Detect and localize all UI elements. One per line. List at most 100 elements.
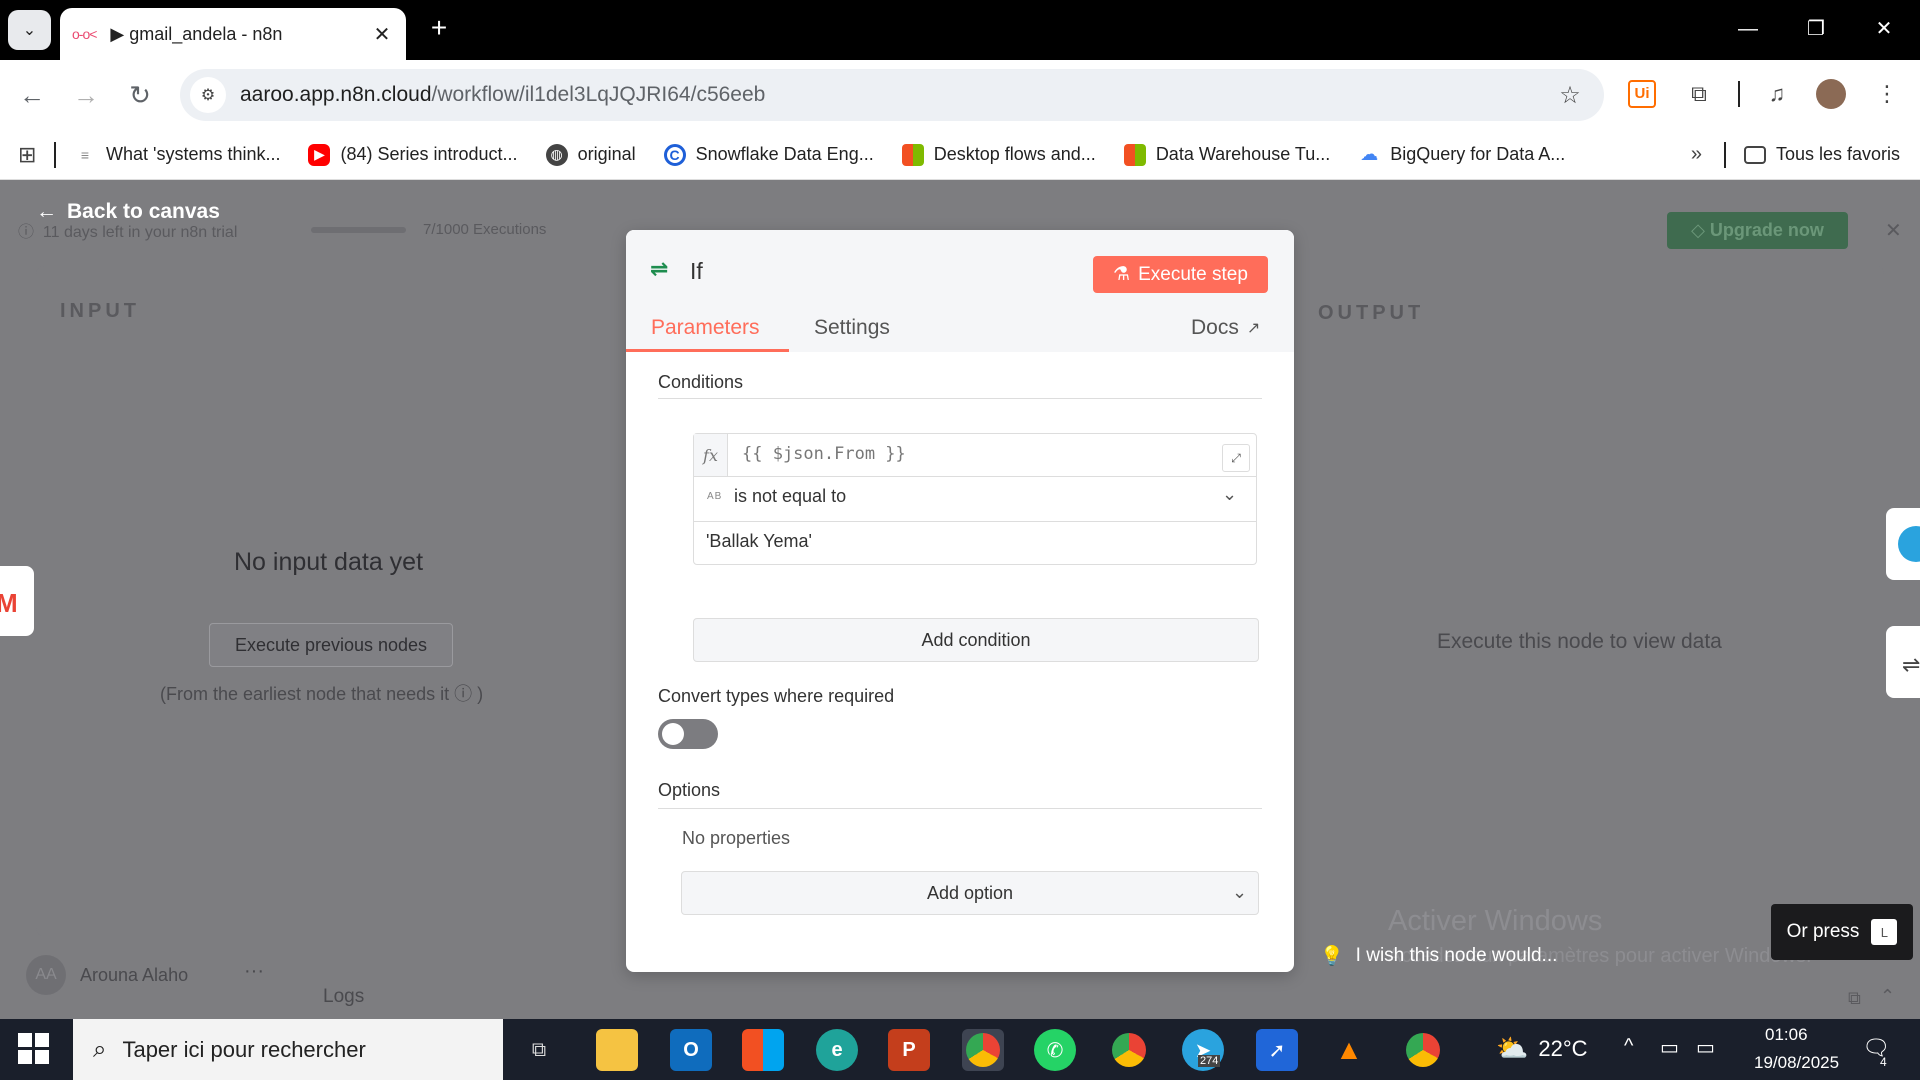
site-settings-icon[interactable]: ⚙ — [190, 77, 226, 113]
condition-card: fx {{ $json.From }} ⤢ AB is not equal to… — [693, 433, 1257, 565]
tab-docs[interactable]: Docs ↗ — [1191, 316, 1260, 340]
all-bookmarks-folder[interactable]: Tous les favoris — [1743, 144, 1900, 165]
clock-time[interactable]: 01:06 — [1765, 1025, 1808, 1045]
chevron-down-icon[interactable]: ⌄ — [1222, 484, 1237, 505]
gmail-side-tab[interactable]: M — [0, 566, 34, 636]
executions-progress-bar — [311, 227, 406, 233]
bookmark-item[interactable]: ▶ (84) Series introduct... — [308, 143, 518, 166]
microsoft-store-icon[interactable] — [742, 1029, 784, 1071]
browser-tab-active[interactable]: o-o< ▶ gmail_andela - n8n ✕ — [60, 8, 406, 60]
restore-icon[interactable]: ❐ — [1796, 14, 1836, 44]
bookmark-item[interactable]: ≡ What 'systems think... — [74, 144, 281, 166]
bookmark-star-icon[interactable]: ☆ — [1550, 81, 1590, 110]
execute-previous-nodes-button[interactable]: Execute previous nodes — [209, 623, 453, 667]
tab-parameters[interactable]: Parameters — [651, 316, 760, 340]
tab-settings[interactable]: Settings — [814, 316, 890, 340]
more-bookmarks-icon[interactable]: » — [1691, 143, 1702, 166]
telegram-badge: 274 — [1198, 1055, 1221, 1067]
file-explorer-icon[interactable] — [596, 1029, 638, 1071]
condition-left-value[interactable]: {{ $json.From }} — [742, 444, 906, 464]
close-trial-banner-icon[interactable]: ✕ — [1885, 218, 1902, 243]
arrow-left-icon: ← — [36, 200, 57, 223]
new-tab-button[interactable]: + — [424, 14, 454, 44]
vlc-icon[interactable]: ▲ — [1328, 1029, 1370, 1071]
coursera-icon: C — [663, 143, 686, 166]
chevron-up-icon[interactable]: ⌃ — [1880, 986, 1895, 1007]
gmail-icon: M — [0, 588, 18, 618]
no-input-message: No input data yet — [234, 548, 424, 576]
side-tool-tab[interactable]: ⇌ — [1886, 626, 1920, 698]
outlook-icon[interactable]: O — [670, 1029, 712, 1071]
more-horizontal-icon[interactable]: ··· — [244, 960, 264, 983]
diamond-icon: ◇ — [1691, 220, 1710, 240]
expand-editor-icon[interactable]: ⤢ — [1222, 444, 1250, 472]
telegram-icon — [1898, 526, 1920, 562]
popout-icon[interactable]: ⧉ — [1848, 988, 1861, 1009]
node-name[interactable]: If — [690, 258, 703, 285]
bookmarks-divider — [1723, 141, 1726, 168]
page-icon: ≡ — [80, 146, 90, 163]
chevron-down-icon: ⌄ — [22, 22, 37, 39]
bookmark-item[interactable]: C Snowflake Data Eng... — [663, 143, 874, 166]
powerpoint-icon[interactable]: P — [888, 1029, 930, 1071]
upgrade-button[interactable]: ◇ Upgrade now — [1667, 212, 1848, 249]
bookmark-item[interactable]: Data Warehouse Tu... — [1123, 143, 1330, 166]
address-bar[interactable]: ⚙ aaroo.app.n8n.cloud/workflow/il1del3Lq… — [180, 69, 1604, 121]
toggle-knob — [662, 723, 684, 745]
convert-types-toggle[interactable] — [658, 719, 718, 749]
profile-avatar[interactable] — [1816, 79, 1846, 109]
help-circle-icon[interactable]: ⓘ — [454, 684, 472, 704]
convert-types-label: Convert types where required — [658, 686, 895, 706]
feedback-bar[interactable]: 💡 I wish this node would... — [1320, 944, 1557, 968]
edge-icon[interactable]: e — [816, 1029, 858, 1071]
forward-arrow-icon[interactable]: → — [66, 75, 106, 115]
earliest-node-note: (From the earliest node that needs it ⓘ … — [160, 684, 484, 704]
meet-now-icon[interactable]: ▭ — [1660, 1035, 1679, 1060]
back-arrow-icon[interactable]: ← — [12, 75, 52, 115]
back-to-canvas-button[interactable]: ← Back to canvas — [36, 200, 220, 224]
chrome-active-icon[interactable] — [962, 1029, 1004, 1071]
chevron-up-icon[interactable]: ^ — [1624, 1035, 1633, 1058]
whatsapp-icon[interactable]: ✆ — [1034, 1029, 1076, 1071]
sliders-icon: ⇌ — [1902, 652, 1920, 677]
globe-icon: ◍ — [545, 143, 568, 166]
toolbar-divider — [1738, 81, 1740, 107]
bookmark-item[interactable]: ◍ original — [545, 143, 636, 166]
tab-search-button[interactable]: ⌄ — [8, 10, 51, 50]
minimize-icon[interactable]: — — [1728, 14, 1768, 44]
add-condition-button[interactable]: Add condition — [693, 618, 1259, 662]
telegram-side-tab[interactable] — [1886, 508, 1920, 580]
condition-operator-select[interactable]: is not equal to — [734, 486, 846, 507]
close-window-icon[interactable]: ✕ — [1864, 14, 1904, 44]
task-view-icon[interactable]: ⧉ — [518, 1029, 560, 1071]
extensions-puzzle-icon[interactable]: ⧉ — [1682, 77, 1716, 111]
output-panel: OUTPUT — [1294, 266, 1884, 936]
windows-start-icon[interactable] — [18, 1033, 50, 1065]
close-tab-icon[interactable]: ✕ — [368, 22, 396, 47]
active-tab-underline — [626, 349, 789, 352]
bookmark-item[interactable]: ☁ BigQuery for Data A... — [1358, 144, 1565, 166]
reload-icon[interactable]: ↻ — [120, 75, 160, 115]
taskbar-search[interactable]: ⌕ Taper ici pour rechercher — [73, 1019, 503, 1080]
avatar: AA — [26, 955, 66, 995]
battery-icon[interactable]: ▭ — [1696, 1035, 1715, 1060]
tab-title: ▶ gmail_andela - n8n — [110, 23, 283, 44]
clock-date[interactable]: 19/08/2025 — [1754, 1053, 1839, 1073]
browser-menu-icon[interactable]: ⋮ — [1870, 77, 1904, 111]
execute-step-button[interactable]: ⚗ Execute step — [1093, 256, 1268, 293]
chrome-profile-icon[interactable] — [1108, 1029, 1150, 1071]
chrome-other-icon[interactable] — [1402, 1029, 1444, 1071]
logs-label[interactable]: Logs — [323, 986, 364, 1008]
bookmark-item[interactable]: Desktop flows and... — [901, 143, 1096, 166]
youtube-icon: ▶ — [308, 143, 331, 166]
condition-right-value[interactable]: 'Ballak Yema' — [706, 531, 812, 552]
chevron-down-icon: ⌄ — [1232, 882, 1248, 902]
media-controls-icon[interactable]: ♫ — [1760, 77, 1794, 111]
divider — [658, 398, 1262, 399]
weather-widget[interactable]: ⛅ 22°C — [1496, 1033, 1588, 1064]
add-option-select[interactable]: Add option ⌄ — [681, 871, 1259, 915]
user-profile[interactable]: AA Arouna Alaho — [26, 955, 188, 995]
apps-grid-icon[interactable]: ⊞ — [18, 142, 42, 168]
uipath-extension-icon[interactable]: Ui — [1628, 80, 1656, 108]
power-automate-icon[interactable]: ➚ — [1256, 1029, 1298, 1071]
